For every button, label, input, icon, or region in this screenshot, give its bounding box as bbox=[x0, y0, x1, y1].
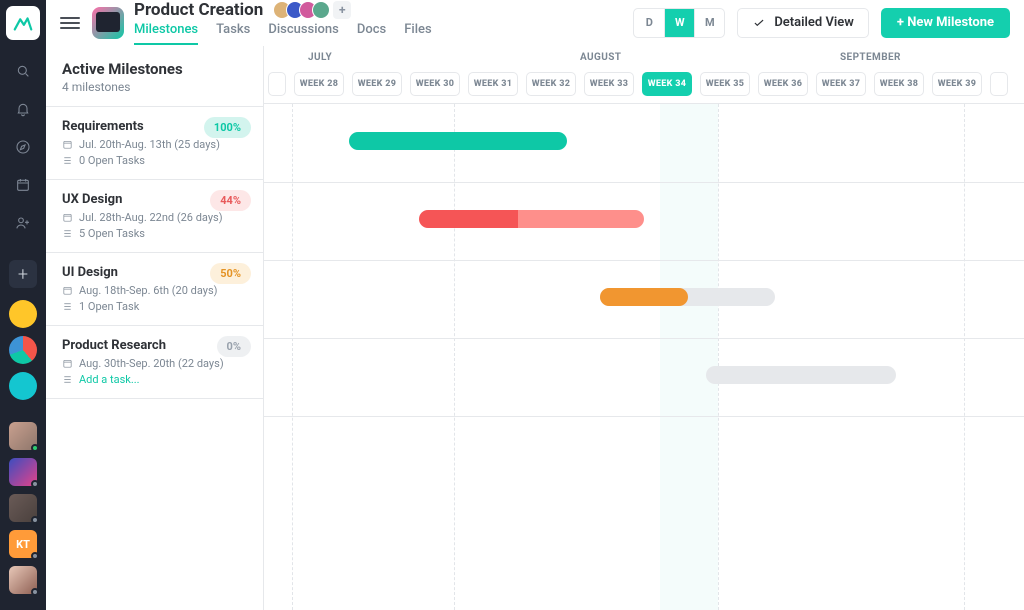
week-chip[interactable]: WEEK 31 bbox=[468, 72, 518, 96]
week-chip-active[interactable]: WEEK 34 bbox=[642, 72, 692, 96]
week-chip[interactable]: WEEK 30 bbox=[410, 72, 460, 96]
tab-tasks[interactable]: Tasks bbox=[216, 22, 250, 45]
zoom-month[interactable]: M bbox=[694, 9, 724, 37]
milestone-dates: Aug. 30th-Sep. 20th (22 days) bbox=[79, 357, 224, 370]
milestone-item[interactable]: 44% UX Design Jul. 28th-Aug. 22nd (26 da… bbox=[46, 180, 263, 253]
tab-discussions[interactable]: Discussions bbox=[268, 22, 339, 45]
zoom-segment: D W M bbox=[633, 8, 725, 38]
milestone-item[interactable]: 100% Requirements Jul. 20th-Aug. 13th (2… bbox=[46, 107, 263, 180]
tab-files[interactable]: Files bbox=[404, 22, 431, 45]
rail-avatar-2[interactable] bbox=[9, 458, 37, 486]
progress-badge: 0% bbox=[217, 336, 251, 357]
gantt-bar-requirements[interactable] bbox=[349, 132, 567, 150]
rail-avatar-1[interactable] bbox=[9, 422, 37, 450]
timeline-body bbox=[264, 104, 1024, 610]
tasks-icon bbox=[62, 155, 73, 166]
avatar bbox=[312, 1, 330, 19]
timeline-header: JULY AUGUST SEPTEMBER WEEK 28 WEEK 29 WE… bbox=[264, 46, 1024, 104]
week-chip[interactable]: WEEK 36 bbox=[758, 72, 808, 96]
search-icon[interactable] bbox=[8, 56, 38, 86]
week-row: WEEK 28 WEEK 29 WEEK 30 WEEK 31 WEEK 32 … bbox=[264, 72, 1024, 96]
week-chip[interactable]: WEEK 39 bbox=[932, 72, 982, 96]
project-title: Product Creation bbox=[134, 0, 263, 20]
progress-badge: 100% bbox=[204, 117, 251, 138]
zoom-day[interactable]: D bbox=[634, 9, 664, 37]
gantt-bar-ui-design[interactable] bbox=[600, 288, 688, 306]
sidebar-header: Active Milestones 4 milestones bbox=[46, 46, 263, 107]
rail-avatar-3[interactable] bbox=[9, 494, 37, 522]
gantt-bar-product-research[interactable] bbox=[706, 366, 896, 384]
member-avatars[interactable]: + bbox=[273, 1, 351, 19]
milestone-item[interactable]: 50% UI Design Aug. 18th-Sep. 6th (20 day… bbox=[46, 253, 263, 326]
milestone-tasks: 0 Open Tasks bbox=[79, 154, 145, 167]
app-rail: + KT bbox=[0, 0, 46, 610]
calendar-icon bbox=[62, 358, 73, 369]
add-member-icon[interactable]: + bbox=[333, 1, 351, 19]
project-tabs: Milestones Tasks Discussions Docs Files bbox=[134, 22, 432, 45]
progress-badge: 50% bbox=[210, 263, 251, 284]
milestone-dates: Jul. 20th-Aug. 13th (25 days) bbox=[79, 138, 220, 151]
milestone-sidebar: Active Milestones 4 milestones 100% Requ… bbox=[46, 46, 264, 610]
week-chip[interactable]: WEEK 32 bbox=[526, 72, 576, 96]
calendar-icon bbox=[62, 212, 73, 223]
progress-badge: 44% bbox=[210, 190, 251, 211]
tasks-icon bbox=[62, 228, 73, 239]
month-row: JULY AUGUST SEPTEMBER bbox=[264, 52, 1024, 66]
week-chip[interactable]: WEEK 33 bbox=[584, 72, 634, 96]
rail-avatar-4[interactable]: KT bbox=[9, 530, 37, 558]
week-chip-partial[interactable] bbox=[990, 72, 1008, 96]
tasks-icon bbox=[62, 374, 73, 385]
week-chip[interactable]: WEEK 37 bbox=[816, 72, 866, 96]
month-label: SEPTEMBER bbox=[840, 52, 901, 63]
gridlines bbox=[264, 104, 1024, 610]
project-chip-yellow[interactable] bbox=[9, 300, 37, 328]
month-label: JULY bbox=[308, 52, 332, 63]
calendar-icon bbox=[62, 285, 73, 296]
tab-docs[interactable]: Docs bbox=[357, 22, 386, 45]
add-task-link[interactable]: Add a task... bbox=[79, 373, 140, 386]
invite-icon[interactable] bbox=[8, 208, 38, 238]
check-icon bbox=[752, 16, 766, 30]
week-chip-partial[interactable] bbox=[268, 72, 286, 96]
detailed-view-button[interactable]: Detailed View bbox=[737, 8, 869, 38]
sidebar-title: Active Milestones bbox=[62, 60, 247, 78]
app-logo[interactable] bbox=[6, 6, 40, 40]
milestone-tasks: 5 Open Tasks bbox=[79, 227, 145, 240]
calendar-icon[interactable] bbox=[8, 170, 38, 200]
compass-icon[interactable] bbox=[8, 132, 38, 162]
new-milestone-button[interactable]: + New Milestone bbox=[881, 8, 1010, 38]
milestone-item[interactable]: 0% Product Research Aug. 30th-Sep. 20th … bbox=[46, 326, 263, 399]
tasks-icon bbox=[62, 301, 73, 312]
tab-milestones[interactable]: Milestones bbox=[134, 22, 198, 45]
detailed-view-label: Detailed View bbox=[774, 15, 854, 30]
milestone-tasks: 1 Open Task bbox=[79, 300, 139, 313]
week-chip[interactable]: WEEK 28 bbox=[294, 72, 344, 96]
calendar-icon bbox=[62, 139, 73, 150]
rail-avatar-5[interactable] bbox=[9, 566, 37, 594]
top-bar: Product Creation + Milestones Tasks Disc… bbox=[46, 0, 1024, 46]
week-chip[interactable]: WEEK 35 bbox=[700, 72, 750, 96]
gantt-bar-ux-design[interactable] bbox=[419, 210, 644, 228]
week-chip[interactable]: WEEK 29 bbox=[352, 72, 402, 96]
week-chip[interactable]: WEEK 38 bbox=[874, 72, 924, 96]
project-icon[interactable] bbox=[92, 7, 124, 39]
project-chip-pie[interactable] bbox=[9, 336, 37, 364]
zoom-week[interactable]: W bbox=[664, 9, 694, 37]
bell-icon[interactable] bbox=[8, 94, 38, 124]
month-label: AUGUST bbox=[580, 52, 621, 63]
milestone-dates: Jul. 28th-Aug. 22nd (26 days) bbox=[79, 211, 223, 224]
add-project-button[interactable]: + bbox=[9, 260, 37, 288]
sidebar-subtitle: 4 milestones bbox=[62, 80, 247, 94]
milestone-dates: Aug. 18th-Sep. 6th (20 days) bbox=[79, 284, 217, 297]
menu-icon[interactable] bbox=[60, 13, 80, 33]
project-chip-teal[interactable] bbox=[9, 372, 37, 400]
timeline: JULY AUGUST SEPTEMBER WEEK 28 WEEK 29 WE… bbox=[264, 46, 1024, 610]
